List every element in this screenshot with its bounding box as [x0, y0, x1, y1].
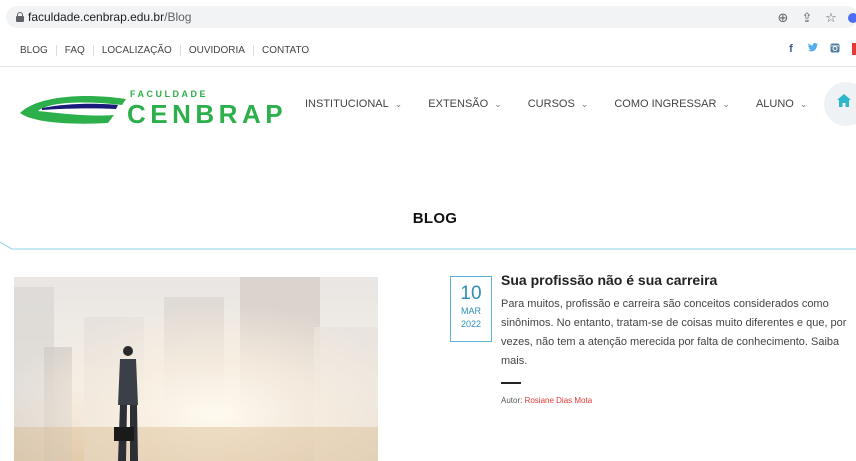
lock-icon[interactable] [16, 12, 24, 22]
nav-cursos[interactable]: CURSOS ⌄ [528, 98, 589, 110]
post-author: Autor: Rosiane Dias Mota [501, 396, 853, 405]
chevron-down-icon: ⌄ [799, 98, 808, 109]
browser-address-bar: faculdade.cenbrap.edu.br/Blog ⊕ ⇪ ☆ [0, 0, 856, 33]
main-nav: INSTITUCIONAL ⌄ EXTENSÃO ⌄ CURSOS ⌄ COMO IN… [305, 98, 833, 110]
youtube-icon[interactable] [852, 43, 856, 55]
section-divider [0, 241, 856, 250]
topnav-blog[interactable]: BLOG [20, 45, 56, 56]
post-date-day: 10 [460, 283, 482, 304]
post-summary: Sua profissão não é sua carreira Para mu… [501, 271, 853, 405]
share-icon[interactable]: ⇪ [800, 10, 814, 26]
post-excerpt: Para muitos, profissão e carreira são co… [501, 298, 847, 367]
social-links: f [786, 43, 856, 56]
faculdade-cenbrap-logo[interactable]: FACULDADE CENBRAP [18, 87, 283, 131]
url-text[interactable]: faculdade.cenbrap.edu.br/Blog [28, 10, 191, 24]
site-header: FACULDADE CENBRAP INSTITUCIONAL ⌄ EXTENSÃ… [0, 67, 856, 147]
chevron-down-icon: ⌄ [580, 98, 589, 109]
topnav-ouvidoria[interactable]: OUVIDORIA [179, 45, 253, 56]
top-nav: BLOG FAQ LOCALIZAÇÃO OUVIDORIA CONTATO [20, 45, 317, 56]
logo-subtitle: FACULDADE [130, 89, 208, 99]
chevron-down-icon: ⌄ [494, 98, 502, 109]
url-field[interactable]: faculdade.cenbrap.edu.br/Blog ⊕ ⇪ ☆ [6, 6, 856, 28]
home-button[interactable] [824, 82, 856, 126]
twitter-icon[interactable] [808, 43, 818, 56]
topnav-faq[interactable]: FAQ [55, 45, 93, 56]
author-link[interactable]: Rosiane Dias Mota [525, 396, 593, 405]
extension-icon[interactable] [848, 13, 856, 23]
chevron-down-icon: ⌄ [722, 98, 730, 109]
post-title-link[interactable]: Sua profissão não é sua carreira [501, 271, 853, 289]
nav-como-ingressar[interactable]: COMO INGRESSAR ⌄ [614, 98, 730, 110]
businessman-photo [14, 277, 378, 461]
nav-aluno[interactable]: ALUNO ⌄ [756, 98, 807, 110]
instagram-icon[interactable] [830, 43, 840, 56]
post-date-month: MAR [461, 306, 481, 316]
author-label: Autor: [501, 396, 523, 405]
bookmark-star-icon[interactable]: ☆ [824, 10, 838, 26]
home-icon [837, 94, 851, 110]
topnav-contato[interactable]: CONTATO [252, 45, 317, 56]
swoosh-logo-icon [20, 95, 126, 124]
page-title: BLOG [412, 210, 458, 227]
post-date-badge: 10 MAR 2022 [450, 276, 492, 342]
post-image[interactable] [14, 277, 378, 461]
post-separator [501, 382, 521, 384]
facebook-icon[interactable]: f [786, 43, 796, 56]
logo-title: CENBRAP [127, 99, 288, 129]
topnav-localizacao[interactable]: LOCALIZAÇÃO [92, 45, 180, 56]
post-date-year: 2022 [460, 319, 482, 329]
zoom-icon[interactable]: ⊕ [776, 10, 790, 26]
nav-extensao[interactable]: EXTENSÃO ⌄ [428, 98, 501, 110]
nav-institucional[interactable]: INSTITUCIONAL ⌄ [305, 98, 402, 110]
top-bar: BLOG FAQ LOCALIZAÇÃO OUVIDORIA CONTATO f [0, 33, 856, 67]
chevron-down-icon: ⌄ [394, 98, 403, 109]
